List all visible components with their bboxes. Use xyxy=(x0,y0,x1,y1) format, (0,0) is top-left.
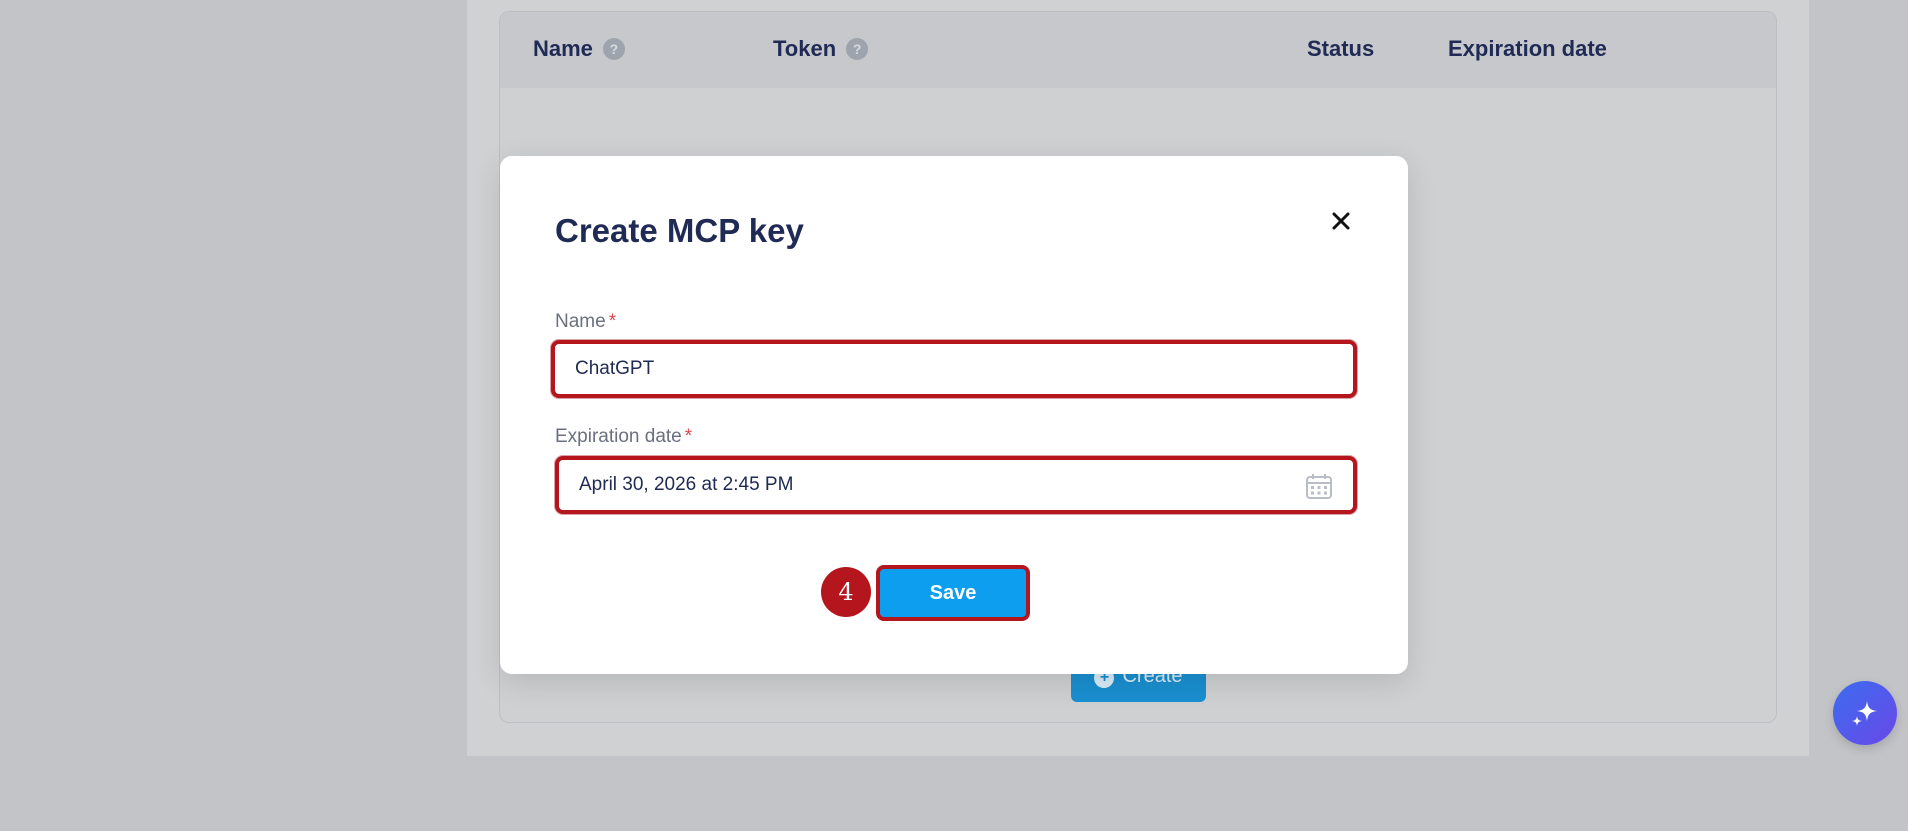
dialog-title: Create MCP key xyxy=(555,212,804,249)
create-mcp-key-dialog: Create MCP key Name* Expiration date* Ap… xyxy=(500,156,1408,674)
name-field[interactable] xyxy=(551,340,1357,398)
table-header: Name ? Token ? Status Expiration date xyxy=(500,12,1776,88)
expiration-date-field[interactable]: April 30, 2026 at 2:45 PM xyxy=(555,456,1357,514)
save-button[interactable]: Save xyxy=(876,565,1030,621)
expiration-date-field-label: Expiration date * xyxy=(555,426,693,447)
required-mark: * xyxy=(684,426,693,447)
ai-assistant-button[interactable] xyxy=(1833,681,1897,745)
column-header-status: Status xyxy=(1307,36,1375,61)
name-input[interactable] xyxy=(575,344,1295,394)
column-header-expiration-date: Expiration date xyxy=(1448,36,1607,61)
expiration-date-value[interactable]: April 30, 2026 at 2:45 PM xyxy=(579,460,1299,510)
help-icon[interactable]: ? xyxy=(846,38,869,60)
calendar-icon[interactable] xyxy=(1305,472,1333,500)
required-mark: * xyxy=(608,311,617,332)
help-icon[interactable]: ? xyxy=(602,38,625,60)
column-header-token: Token ? xyxy=(773,36,869,62)
sparkle-icon xyxy=(1852,701,1877,726)
close-icon xyxy=(1332,212,1350,230)
step-number-badge: 4 xyxy=(821,567,871,617)
column-header-name: Name ? xyxy=(533,36,625,62)
close-button[interactable] xyxy=(1324,204,1358,238)
name-field-label: Name * xyxy=(555,311,617,332)
